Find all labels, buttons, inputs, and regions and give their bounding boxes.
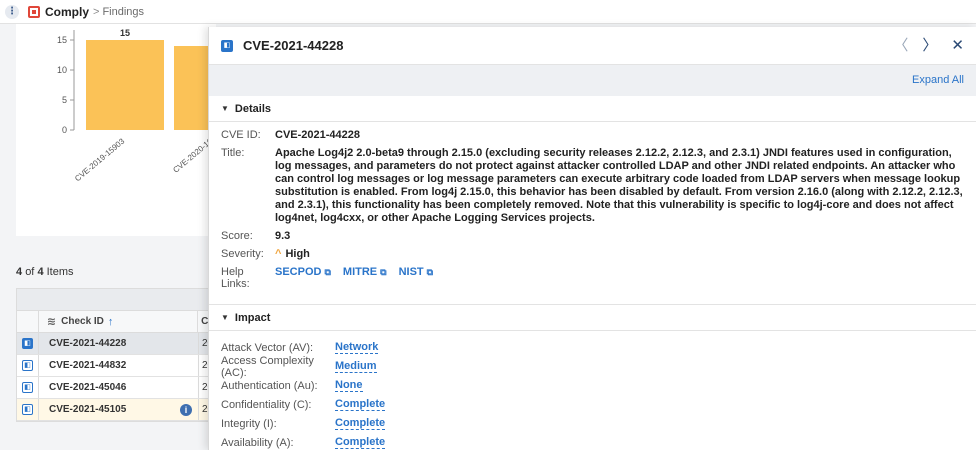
next-chevron-icon[interactable]: 〉	[922, 38, 937, 54]
header-icon-column	[17, 311, 39, 332]
score-row: Score: 9.3	[221, 230, 291, 242]
table-toolbar	[17, 289, 215, 311]
section-details-toggle[interactable]: ▼ Details	[209, 96, 976, 122]
impact-row: Access Complexity (AC): Medium	[221, 354, 377, 379]
impact-row: Authentication (Au): None	[221, 379, 363, 392]
breadcrumb-separator: >	[93, 5, 100, 18]
bar	[86, 40, 164, 130]
drawer-title: CVE-2021-44228	[243, 38, 344, 53]
external-link-icon: ⧉	[324, 267, 331, 277]
bar-chart: 05101515CVE-2019-15903 CVE-2020-10	[57, 28, 216, 183]
cve-id-value: CVE-2021-44228	[275, 129, 361, 141]
caret-down-icon: ▼	[221, 313, 229, 322]
findings-table: ≋ Check ID ↑ CV ◧ CVE-2021-44228 20 ◧ CV…	[16, 288, 216, 422]
column-header-check-id[interactable]: ≋ Check ID ↑	[39, 311, 199, 332]
comply-logo-icon	[28, 5, 40, 18]
y-tick-label: 15	[57, 35, 67, 45]
expand-all-link[interactable]: Expand All	[912, 74, 964, 86]
open-drawer-icon[interactable]: ◧	[22, 360, 33, 371]
impact-value[interactable]: Complete	[335, 436, 386, 449]
impact-value[interactable]: Medium	[335, 360, 377, 373]
impact-row: Integrity (I): Complete	[221, 417, 386, 430]
severity-value: High	[285, 248, 310, 260]
title-row: Title: Apache Log4j2 2.0-beta9 through 2…	[221, 147, 963, 224]
x-tick-label: CVE-2019-15903	[73, 136, 127, 183]
impact-value[interactable]: Complete	[335, 398, 386, 411]
cve-id-row: CVE ID: CVE-2021-44228	[221, 129, 361, 141]
open-drawer-icon[interactable]: ◧	[22, 382, 33, 393]
impact-value[interactable]: None	[335, 379, 363, 392]
impact-value[interactable]: Network	[335, 341, 379, 354]
y-tick-label: 0	[62, 125, 67, 135]
severity-high-icon: ^	[275, 248, 282, 260]
sort-ascending-icon[interactable]: ↑	[108, 316, 114, 328]
caret-down-icon: ▼	[221, 104, 229, 113]
check-id-cell: CVE-2021-45046	[39, 377, 199, 398]
findings-chart: 0 5 10 15 15 CVE-2019-15903 CVE-2020-10	[16, 24, 216, 236]
items-count: 4 of 4 Items	[16, 266, 74, 278]
table-header: ≋ Check ID ↑ CV	[17, 311, 215, 333]
breadcrumb-findings[interactable]: Findings	[102, 6, 144, 18]
app-name[interactable]: Comply	[45, 5, 89, 19]
severity-row: Severity: ^ High	[221, 248, 310, 260]
info-icon[interactable]: i	[180, 404, 192, 416]
open-drawer-icon[interactable]: ◧	[22, 338, 33, 349]
external-link-icon: ⧉	[380, 267, 387, 277]
detail-drawer: ◧ CVE-2021-44228 〈 〉 ✕ Expand All ▼ Deta…	[208, 27, 976, 450]
close-icon[interactable]: ✕	[951, 38, 964, 54]
open-drawer-icon[interactable]: ◧	[22, 404, 33, 415]
expand-bar: Expand All	[209, 65, 976, 96]
previous-chevron-icon[interactable]: 〈	[893, 38, 908, 54]
table-row[interactable]: ◧ CVE-2021-45105 i 20	[17, 399, 215, 421]
layers-icon: ≋	[46, 316, 57, 328]
table-row[interactable]: ◧ CVE-2021-45046 20	[17, 377, 215, 399]
check-id-cell: CVE-2021-44832	[39, 355, 199, 376]
impact-row: Availability (A): Complete	[221, 436, 386, 449]
impact-body: Attack Vector (AV): Network Access Compl…	[209, 331, 976, 450]
nist-link[interactable]: NIST ⧉	[399, 266, 434, 290]
details-body: CVE ID: CVE-2021-44228 Title: Apache Log…	[209, 122, 976, 290]
impact-value[interactable]: Complete	[335, 417, 386, 430]
table-row[interactable]: ◧ CVE-2021-44228 20	[17, 333, 215, 355]
mitre-link[interactable]: MITRE ⧉	[343, 266, 387, 290]
help-links-row: Help Links: SECPOD ⧉ MITRE ⧉ NIST ⧉	[221, 266, 434, 290]
impact-row: Confidentiality (C): Complete	[221, 398, 386, 411]
table-row[interactable]: ◧ CVE-2021-44832 20	[17, 355, 215, 377]
secpod-link[interactable]: SECPOD ⧉	[275, 266, 331, 290]
finding-icon: ◧	[221, 39, 233, 52]
external-link-icon: ⧉	[426, 267, 434, 277]
section-impact-toggle[interactable]: ▼ Impact	[209, 305, 976, 331]
score-value: 9.3	[275, 230, 291, 242]
title-value: Apache Log4j2 2.0-beta9 through 2.15.0 (…	[275, 147, 963, 224]
bar-value-label: 15	[120, 28, 130, 38]
y-tick-label: 10	[57, 65, 67, 75]
drawer-actions: 〈 〉 ✕	[893, 38, 964, 54]
check-id-cell: CVE-2021-44228	[39, 333, 199, 354]
top-bar: ⋮ Comply > Findings	[0, 0, 976, 24]
drawer-header: ◧ CVE-2021-44228 〈 〉 ✕	[209, 27, 976, 65]
y-tick-label: 5	[62, 95, 67, 105]
check-id-cell: CVE-2021-45105 i	[39, 399, 199, 420]
menu-icon[interactable]: ⋮	[5, 4, 19, 19]
